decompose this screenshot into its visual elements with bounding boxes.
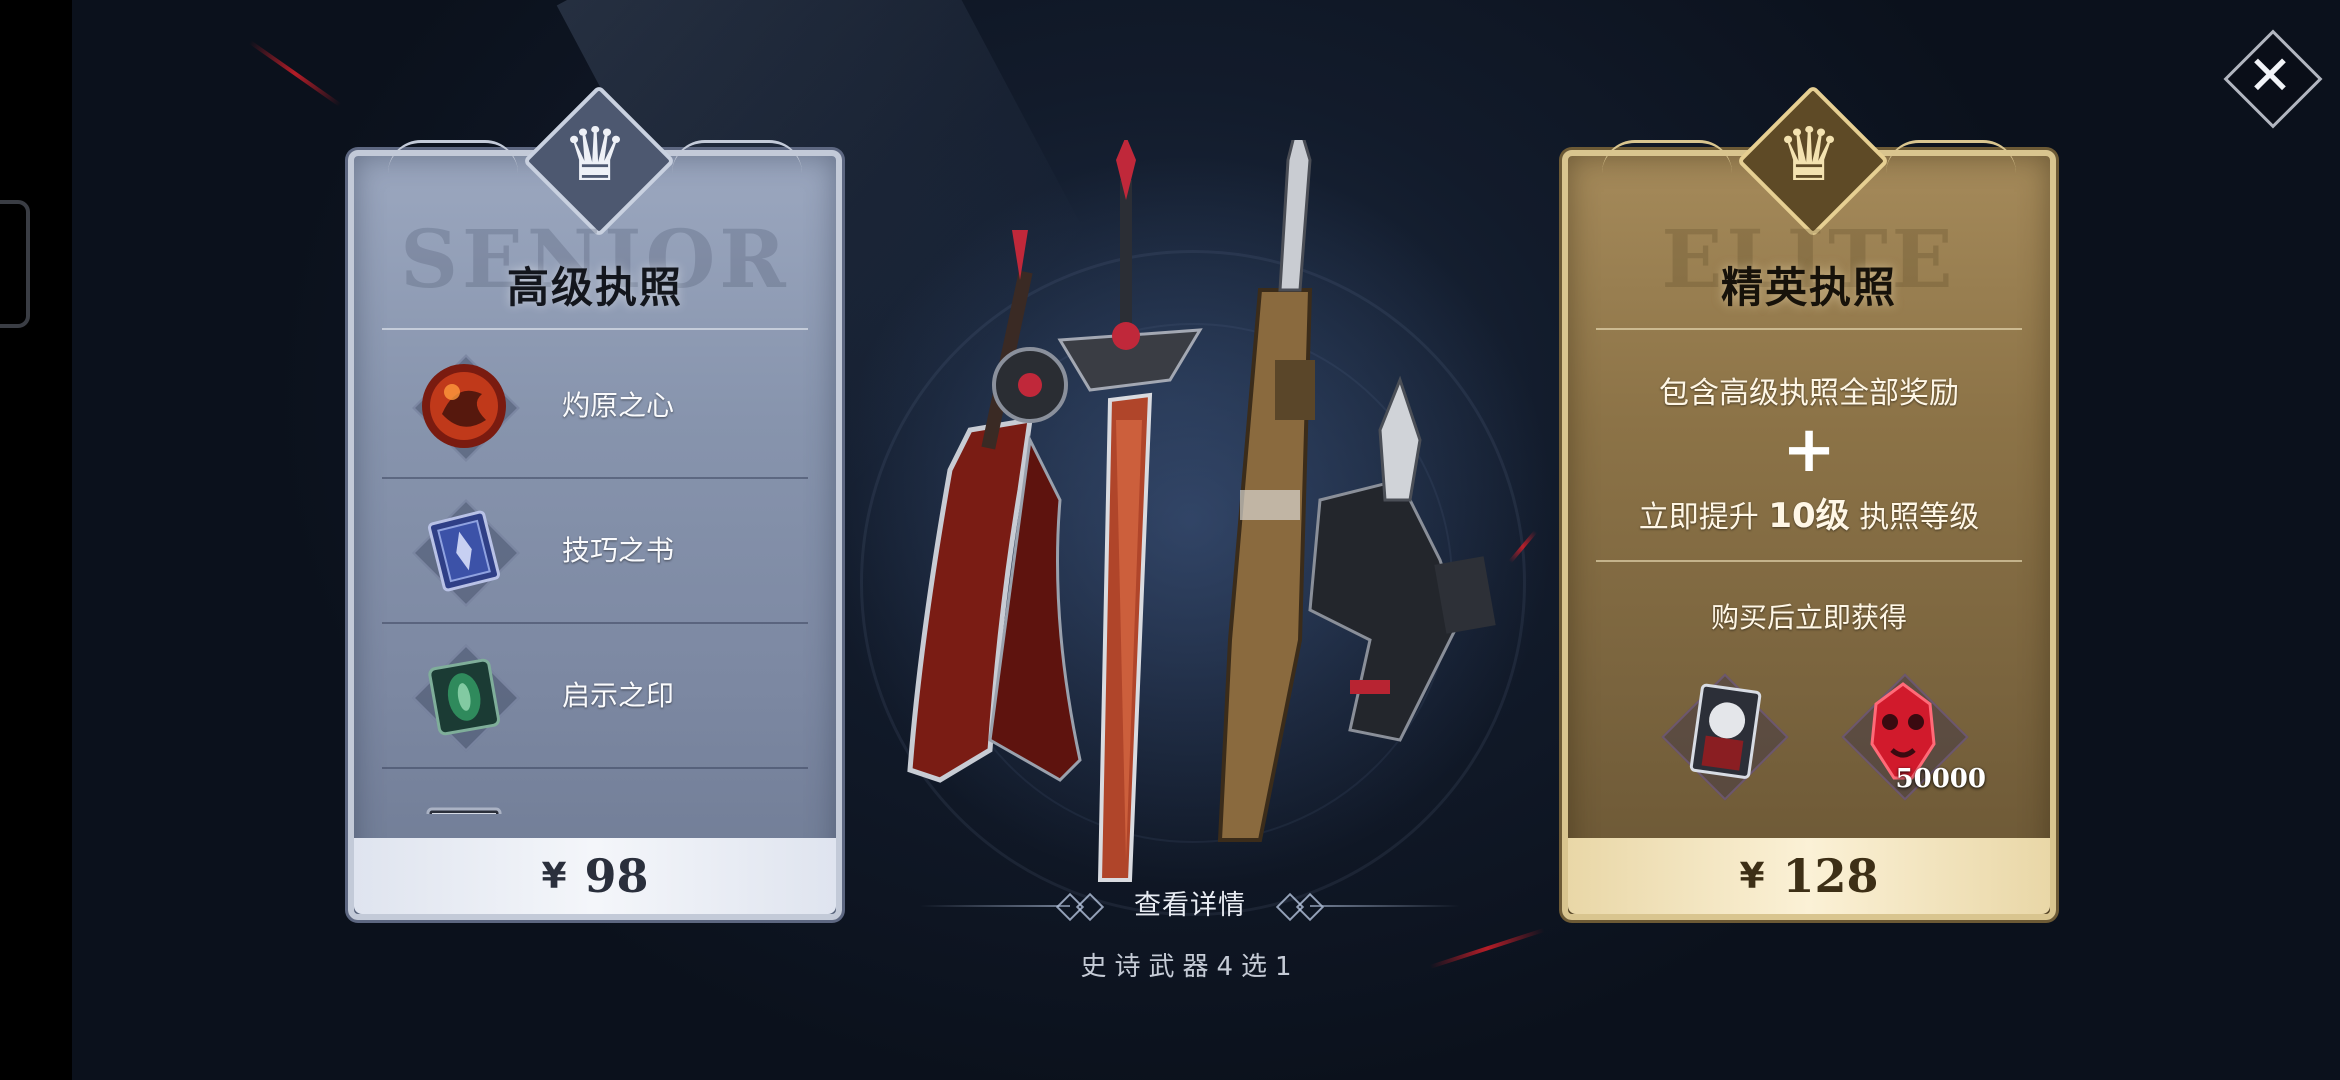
currency-symbol: ¥	[541, 855, 567, 897]
close-button[interactable]: ✕	[2220, 26, 2323, 129]
weapon-crate-icon	[412, 789, 516, 814]
weapon-blade-1	[907, 230, 1082, 783]
character-card-icon[interactable]	[1658, 670, 1789, 801]
demon-mask-icon: ♛	[1775, 112, 1843, 198]
list-item[interactable]: 启示之印	[382, 624, 808, 769]
deco-line	[1310, 905, 1460, 907]
frame-ornament	[1886, 140, 2016, 173]
left-system-bar	[0, 0, 72, 1080]
elite-crest: ♛	[1736, 84, 1890, 238]
weapon-blade-2	[1057, 136, 1203, 882]
deco-diamond	[1295, 892, 1325, 922]
view-details-button[interactable]: 查看详情	[920, 878, 1460, 934]
demon-mask-icon: ♛	[561, 112, 629, 198]
senior-crest: ♛	[522, 84, 676, 238]
card-title: 高级执照	[506, 263, 683, 312]
weapon-smg	[1308, 375, 1496, 742]
weapon-launcher	[1217, 114, 1315, 842]
plus-icon: +	[1782, 413, 1836, 487]
side-handle[interactable]	[0, 200, 30, 328]
frame-ornament	[672, 140, 802, 173]
list-item[interactable]: 灼原之心	[382, 334, 808, 479]
frame-ornament	[1602, 140, 1732, 173]
reward-label: 灼原之心	[562, 389, 675, 422]
red-streak	[248, 40, 342, 107]
currency-symbol: ¥	[1739, 855, 1765, 897]
close-icon: ✕	[2247, 44, 2293, 107]
fire-orb-icon	[412, 354, 520, 462]
card-title: 精英执照	[1720, 263, 1897, 312]
epic-weapons-preview	[880, 114, 1520, 900]
view-details-label: 查看详情	[1134, 890, 1246, 921]
item-quantity: 50000	[1895, 764, 1986, 794]
divider	[382, 328, 808, 330]
deco-line	[920, 905, 1070, 907]
weapon-choice-caption: 史诗武器4选1	[1080, 952, 1300, 982]
level-boost-text: 立即提升 10级 执照等级	[1562, 488, 2056, 537]
frame-ornament	[388, 140, 518, 173]
price-value: 98	[584, 849, 649, 903]
level-boost-suffix: 执照等级	[1859, 500, 1980, 535]
deco-diamond	[1075, 892, 1105, 922]
divider	[1596, 328, 2022, 330]
divider	[1596, 560, 2022, 562]
list-item[interactable]: 技巧之书	[382, 479, 808, 624]
seal-icon	[412, 644, 520, 752]
elite-buy-button[interactable]: ¥128	[1568, 838, 2050, 914]
level-boost-prefix: 立即提升	[1638, 500, 1759, 535]
senior-license-card[interactable]: ♛ SENIOR 高级执照 灼原之心 技巧之书 启示之印 ¥ 98	[348, 84, 842, 920]
price-value: 128	[1782, 849, 1879, 903]
bonus-title: 购买后立即获得	[1710, 601, 1907, 634]
reward-label: 启示之印	[562, 679, 675, 712]
includes-text: 包含高级执照全部奖励	[1659, 376, 1959, 411]
reward-label: 技巧之书	[562, 534, 675, 567]
level-boost-value: 10级	[1768, 496, 1850, 536]
list-item[interactable]	[382, 769, 808, 814]
senior-buy-button[interactable]: ¥98	[354, 838, 836, 914]
book-icon	[412, 499, 520, 607]
reward-list[interactable]: 灼原之心 技巧之书 启示之印	[382, 334, 808, 814]
license-purchase-screen: ✕ ♛ SENIOR 高级执照 灼原之心 技巧之书 启示之印 ¥ 98 查看详情…	[0, 0, 2340, 1080]
elite-license-card[interactable]: ♛ ELITE 精英执照 包含高级执照全部奖励 + 立即提升 10级 执照等级 …	[1562, 84, 2056, 920]
red-crystal-icon[interactable]: 50000	[1838, 670, 1986, 801]
